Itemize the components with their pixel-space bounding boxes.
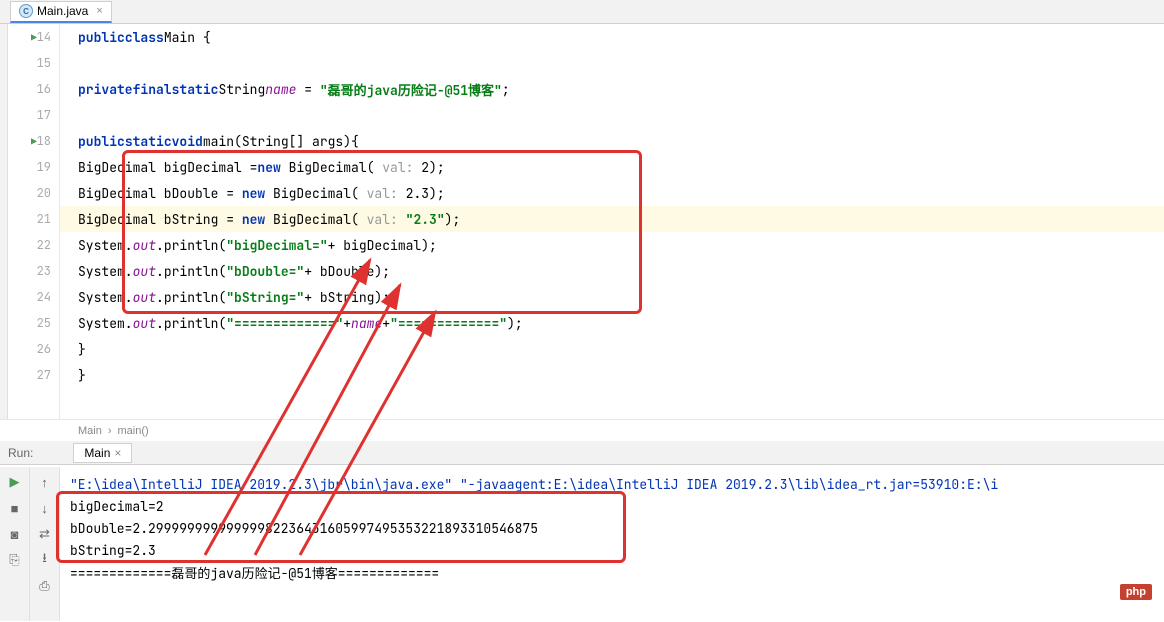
soft-wrap-icon[interactable]: ⇄: [36, 525, 54, 543]
line-number: 24: [37, 289, 51, 305]
up-arrow-icon[interactable]: ↑: [36, 473, 54, 491]
close-icon[interactable]: ×: [114, 446, 121, 460]
console-output[interactable]: "E:\idea\IntelliJ IDEA 2019.2.3\jbr\bin\…: [60, 467, 1164, 621]
console-line: bString=2.3: [70, 539, 1154, 561]
line-number: 14: [37, 29, 51, 45]
breadcrumb[interactable]: Main › main(): [0, 419, 1164, 441]
console-command-line: "E:\idea\IntelliJ IDEA 2019.2.3\jbr\bin\…: [70, 473, 1154, 495]
run-gutter-icon[interactable]: ▶: [31, 31, 37, 44]
tab-label: Main.java: [37, 4, 88, 18]
rerun-icon[interactable]: ▶: [6, 473, 24, 491]
scroll-to-end-icon[interactable]: ⭳: [36, 551, 54, 569]
watermark-badge: php: [1120, 584, 1152, 600]
line-number: 26: [37, 341, 51, 357]
line-number: 15: [37, 55, 51, 71]
console-line: =============磊哥的java历险记-@51博客===========…: [70, 561, 1154, 583]
line-number: 17: [37, 107, 51, 123]
chevron-right-icon: ›: [108, 425, 112, 437]
editor-area: ▶14 15 16 17 ▶18 19 20 21 22 23 24 25 26…: [0, 24, 1164, 419]
editor-tab-bar: C Main.java ×: [0, 0, 1164, 24]
line-number: 18: [37, 133, 51, 149]
line-number: 21: [37, 211, 51, 227]
exit-icon[interactable]: ⎘: [6, 551, 24, 569]
line-number-gutter: ▶14 15 16 17 ▶18 19 20 21 22 23 24 25 26…: [0, 24, 60, 419]
console-line: bigDecimal=2: [70, 495, 1154, 517]
camera-icon[interactable]: ◙: [6, 525, 24, 543]
breadcrumb-method[interactable]: main(): [118, 425, 149, 437]
run-label: Run:: [8, 446, 33, 460]
stop-icon[interactable]: ■: [6, 499, 24, 517]
run-config-tab[interactable]: Main ×: [73, 443, 132, 463]
line-number: 27: [37, 367, 51, 383]
java-class-icon: C: [19, 4, 33, 18]
run-tab-label: Main: [84, 446, 110, 460]
breadcrumb-class[interactable]: Main: [78, 425, 102, 437]
line-number: 20: [37, 185, 51, 201]
line-number: 23: [37, 263, 51, 279]
code-editor[interactable]: public class Main { private final static…: [60, 24, 1164, 419]
line-number: 19: [37, 159, 51, 175]
line-number: 22: [37, 237, 51, 253]
down-arrow-icon[interactable]: ↓: [36, 499, 54, 517]
run-tool-window: Run: Main × ▶ ■ ◙ ⎘ ↑ ↓ ⇄ ⭳ ⎙ "E:\idea\I…: [0, 441, 1164, 621]
run-gutter-icon[interactable]: ▶: [31, 135, 37, 148]
line-number: 16: [37, 81, 51, 97]
console-line: bDouble=2.299999999999999822364316059974…: [70, 517, 1154, 539]
close-icon[interactable]: ×: [96, 5, 102, 17]
run-toolbar-primary: ▶ ■ ◙ ⎘: [0, 467, 30, 621]
editor-tab-main[interactable]: C Main.java ×: [10, 1, 112, 23]
run-toolbar-secondary: ↑ ↓ ⇄ ⭳ ⎙: [30, 467, 60, 621]
line-number: 25: [37, 315, 51, 331]
run-header: Run: Main ×: [0, 441, 1164, 465]
print-icon[interactable]: ⎙: [36, 577, 54, 595]
